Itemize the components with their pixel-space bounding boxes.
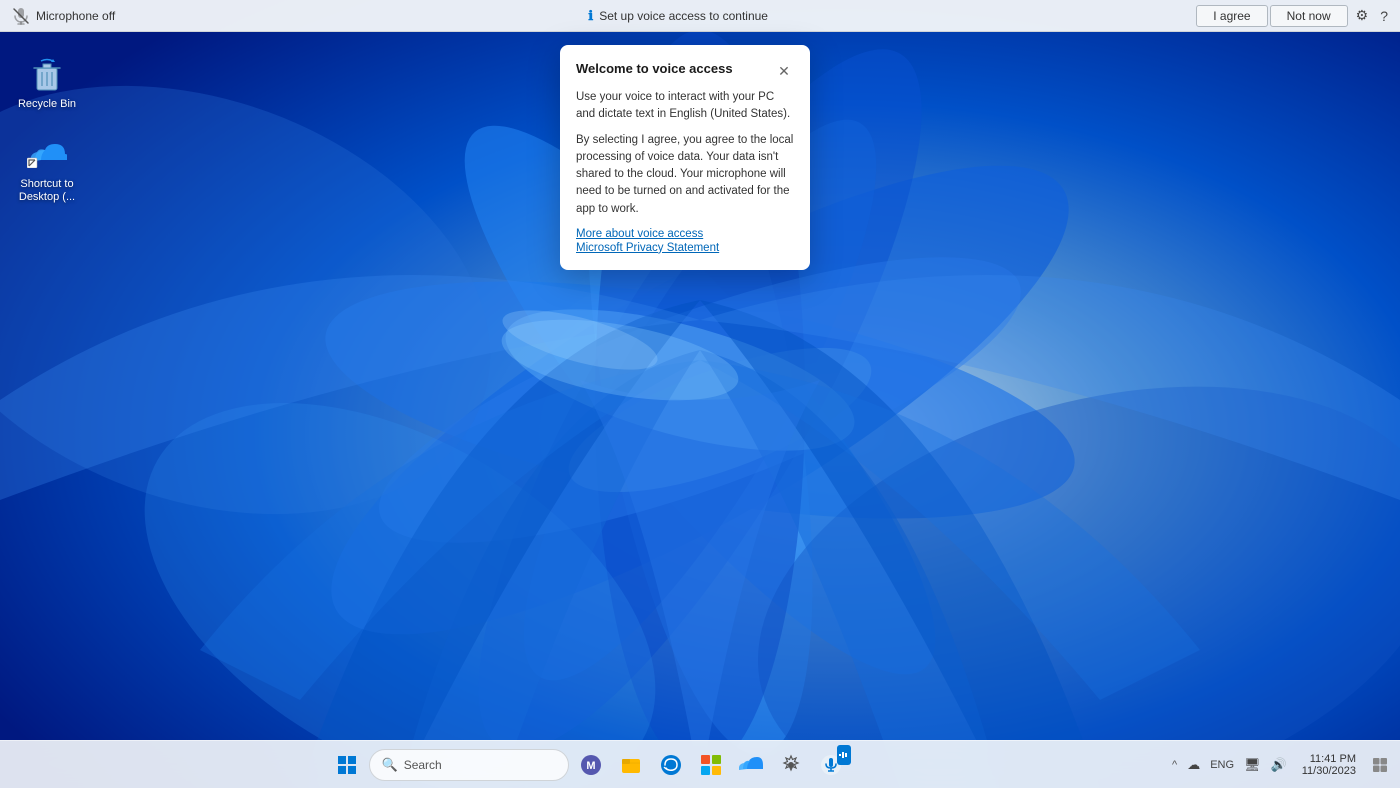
top-right-icons: ⚙ ? (1356, 7, 1400, 24)
taskbar-settings-icon[interactable] (773, 747, 809, 783)
recycle-bin-label: Recycle Bin (18, 98, 76, 111)
popup-links: More about voice access Microsoft Privac… (576, 228, 794, 254)
voice-access-buttons: I agree Not now (1196, 5, 1355, 27)
system-clock[interactable]: 11:41 PM 11/30/2023 (1294, 753, 1364, 777)
search-placeholder-text: Search (404, 758, 442, 772)
tray-speaker-icon[interactable]: 🔊 (1268, 755, 1290, 775)
taskbar-store-icon[interactable] (693, 747, 729, 783)
privacy-statement-link[interactable]: Microsoft Privacy Statement (576, 242, 794, 254)
popup-body-text2: By selecting I agree, you agree to the l… (576, 132, 794, 218)
setup-message: ℹ Set up voice access to continue (160, 8, 1196, 24)
not-now-button[interactable]: Not now (1270, 5, 1348, 27)
clock-time: 11:41 PM (1310, 753, 1356, 765)
tray-monitor-icon[interactable]: 🖥 (1241, 755, 1264, 775)
popup-title: Welcome to voice access (576, 61, 733, 76)
onedrive-shortcut-label: Shortcut to Desktop (... (16, 178, 78, 204)
settings-icon[interactable]: ⚙ (1356, 7, 1369, 24)
popup-body: Use your voice to interact with your PC … (576, 89, 794, 218)
recycle-bin-image (27, 54, 67, 94)
chevron-up-icon[interactable]: ^ (1169, 757, 1180, 773)
taskbar-edge-icon[interactable] (653, 747, 689, 783)
taskbar-onedrive-icon[interactable] (733, 747, 769, 783)
taskbar: 🔍 Search M (0, 740, 1400, 788)
clock-date: 11/30/2023 (1302, 765, 1356, 777)
welcome-popup: Welcome to voice access ✕ Use your voice… (560, 45, 810, 270)
start-button[interactable] (329, 747, 365, 783)
system-tray: ^ ☁ ENG 🖥 🔊 (1169, 755, 1290, 775)
popup-close-button[interactable]: ✕ (774, 61, 794, 81)
mic-off-section: Microphone off (0, 7, 160, 25)
i-agree-button[interactable]: I agree (1196, 5, 1267, 27)
popup-body-text1: Use your voice to interact with your PC … (576, 89, 794, 124)
tray-lang[interactable]: ENG (1207, 757, 1237, 773)
popup-header: Welcome to voice access ✕ (576, 61, 794, 81)
svg-text:M: M (586, 760, 595, 772)
onedrive-image (27, 134, 67, 174)
info-icon: ℹ (588, 8, 593, 24)
recycle-bin-icon[interactable]: Recycle Bin (12, 50, 82, 115)
voice-access-toolbar: Microphone off ℹ Set up voice access to … (0, 0, 1400, 32)
search-bar[interactable]: 🔍 Search (369, 749, 569, 781)
desktop: Microphone off ℹ Set up voice access to … (0, 0, 1400, 788)
help-icon[interactable]: ? (1380, 8, 1388, 24)
mic-off-label: Microphone off (36, 9, 115, 23)
tray-cloud-icon[interactable]: ☁ (1184, 755, 1203, 775)
more-about-voice-access-link[interactable]: More about voice access (576, 228, 794, 240)
setup-text: Set up voice access to continue (599, 9, 768, 23)
taskbar-right: ^ ☁ ENG 🖥 🔊 11:41 PM 11/30/2023 (1169, 747, 1400, 783)
taskbar-files-icon[interactable] (613, 747, 649, 783)
taskbar-center: 🔍 Search M (8, 747, 1169, 783)
taskbar-voice-access-icon[interactable] (813, 747, 849, 783)
taskbar-meet-icon[interactable]: M (573, 747, 609, 783)
mic-off-icon (12, 7, 30, 25)
onedrive-shortcut-icon[interactable]: Shortcut to Desktop (... (12, 130, 82, 208)
notification-center-button[interactable] (1368, 747, 1392, 783)
search-icon: 🔍 (382, 757, 398, 773)
